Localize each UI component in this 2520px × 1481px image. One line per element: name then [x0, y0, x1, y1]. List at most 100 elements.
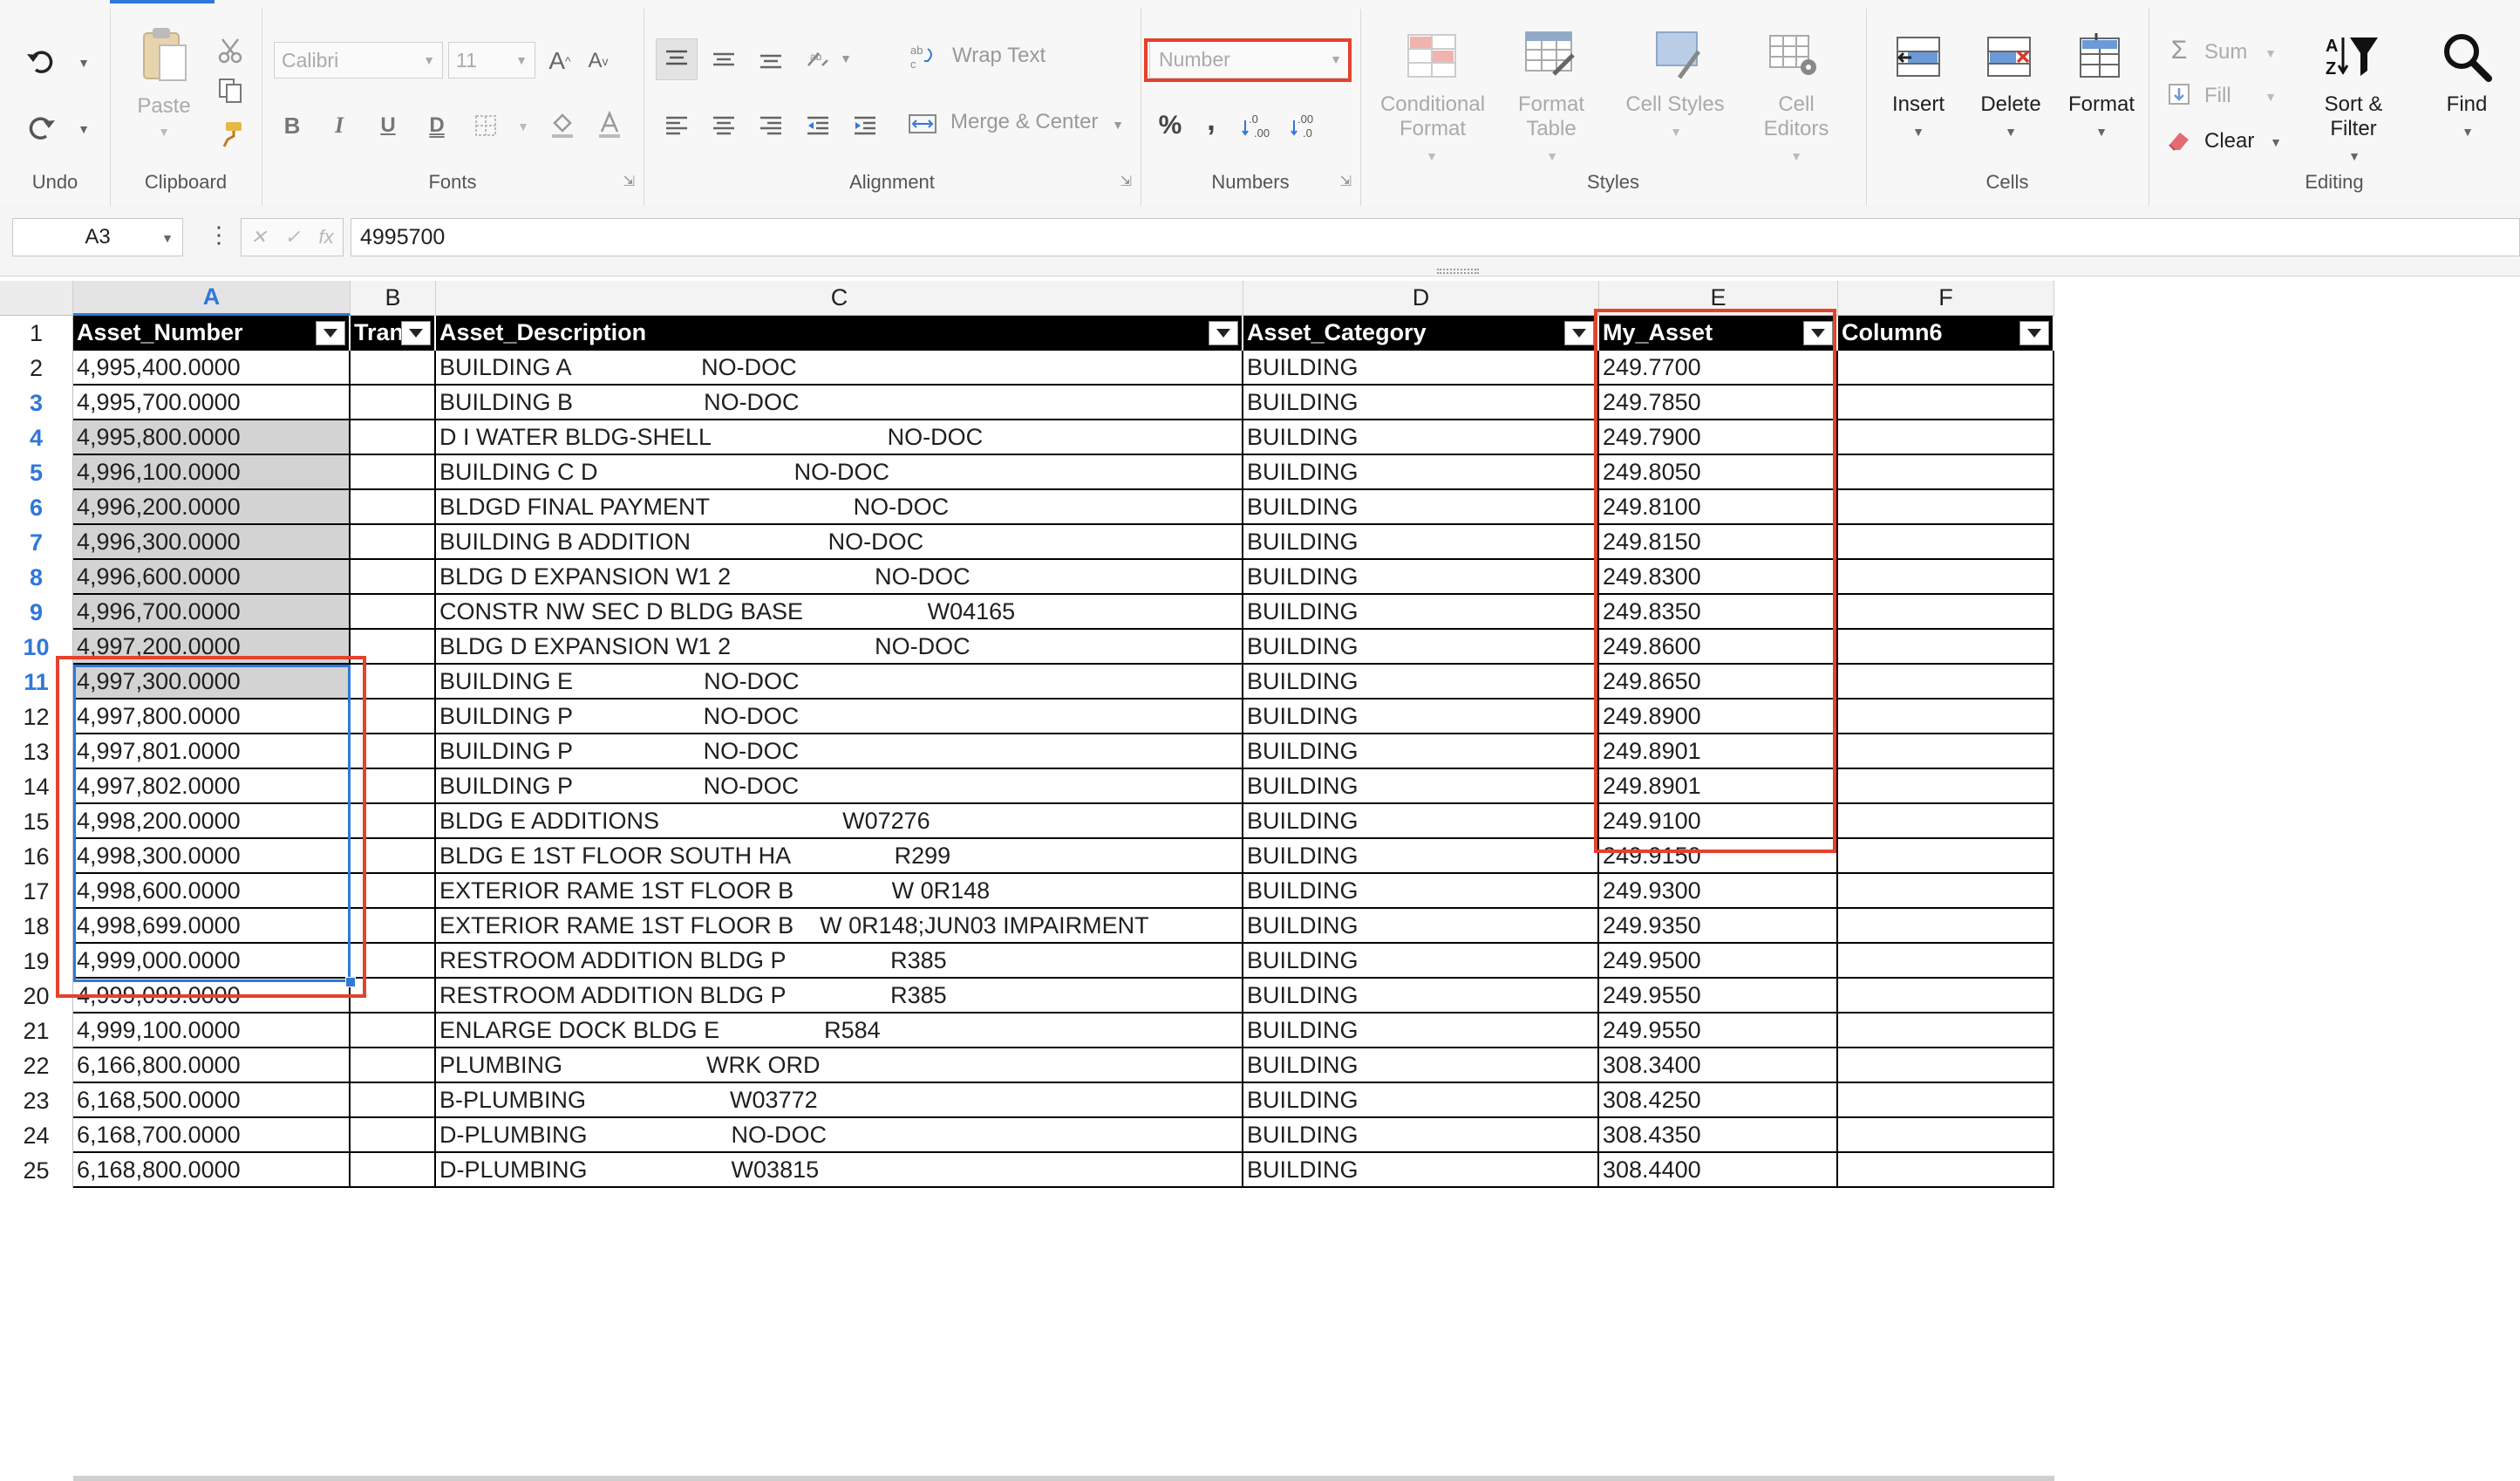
row-header[interactable]: 14 — [0, 769, 73, 804]
cell-e[interactable]: 249.8901 — [1599, 769, 1838, 804]
conditional-format-button[interactable]: Conditional Format — [1369, 92, 1496, 141]
cell-e[interactable]: 249.8900 — [1599, 700, 1838, 734]
double-underline-button[interactable]: D — [422, 108, 452, 143]
borders-dropdown-icon[interactable]: ▼ — [514, 119, 532, 134]
cell-e[interactable]: 249.9300 — [1599, 874, 1838, 909]
cell-a[interactable]: 4,999,000.0000 — [73, 944, 351, 979]
cell-editors-button[interactable]: Cell Editors — [1744, 92, 1849, 141]
cell-b[interactable] — [351, 420, 436, 455]
fill-dropdown-icon[interactable]: ▼ — [2262, 89, 2279, 105]
cell-d[interactable]: BUILDING — [1243, 700, 1599, 734]
cell-a[interactable]: 4,998,300.0000 — [73, 839, 351, 874]
cell-e[interactable]: 308.4250 — [1599, 1083, 1838, 1118]
increase-decimal-icon[interactable]: .0.00 — [1238, 108, 1282, 143]
cell-c[interactable]: BUILDING B ADDITION NO-DOC — [436, 525, 1243, 560]
percent-button[interactable]: % — [1153, 108, 1188, 143]
row-header[interactable]: 24 — [0, 1118, 73, 1153]
insert-button[interactable]: Insert — [1875, 92, 1962, 117]
font-size-select[interactable]: 11 ▼ — [448, 42, 535, 78]
align-middle-icon[interactable] — [703, 38, 745, 80]
cell-f[interactable] — [1838, 630, 2054, 665]
sum-dropdown-icon[interactable]: ▼ — [2262, 45, 2279, 61]
cell-d[interactable]: BUILDING — [1243, 630, 1599, 665]
underline-button[interactable]: U — [373, 108, 403, 143]
fill-icon[interactable] — [2166, 80, 2192, 108]
cell-a[interactable]: 4,995,800.0000 — [73, 420, 351, 455]
cell-d[interactable]: BUILDING — [1243, 1083, 1599, 1118]
sort-filter-dropdown-icon[interactable]: ▼ — [2346, 148, 2363, 164]
column-header-a[interactable]: A — [73, 281, 351, 316]
cell-b[interactable] — [351, 909, 436, 944]
cell-a[interactable]: 4,997,300.0000 — [73, 665, 351, 700]
cell-e[interactable]: 308.4350 — [1599, 1118, 1838, 1153]
font-name-select[interactable]: Calibri ▼ — [274, 42, 443, 78]
cell-f[interactable] — [1838, 665, 2054, 700]
row-header[interactable]: 13 — [0, 734, 73, 769]
grow-font-button[interactable]: A ^ — [542, 44, 577, 78]
sum-button[interactable]: Sum — [2204, 40, 2247, 65]
cell-e[interactable]: 249.8650 — [1599, 665, 1838, 700]
cell-b[interactable] — [351, 490, 436, 525]
cell-d[interactable]: BUILDING — [1243, 665, 1599, 700]
cell-b[interactable] — [351, 1083, 436, 1118]
fill-button[interactable]: Fill — [2204, 84, 2231, 108]
cell-c[interactable]: BUILDING P NO-DOC — [436, 700, 1243, 734]
cell-b[interactable] — [351, 455, 436, 490]
fonts-dialog-launcher-icon[interactable]: ⇲ — [623, 173, 635, 190]
cell-f[interactable] — [1838, 700, 2054, 734]
cell-c[interactable]: CONSTR NW SEC D BLDG BASE W04165 — [436, 595, 1243, 630]
row-header[interactable]: 16 — [0, 839, 73, 874]
cell-b[interactable] — [351, 769, 436, 804]
cell-d[interactable]: BUILDING — [1243, 490, 1599, 525]
more-options-icon[interactable]: ⋮ — [208, 222, 230, 249]
cell-a[interactable]: 4,997,801.0000 — [73, 734, 351, 769]
cell-d[interactable]: BUILDING — [1243, 525, 1599, 560]
row-header[interactable]: 1 — [0, 316, 73, 351]
row-header[interactable]: 17 — [0, 874, 73, 909]
cell-b[interactable] — [351, 1118, 436, 1153]
cell-d[interactable]: BUILDING — [1243, 874, 1599, 909]
header-cell-e[interactable]: My_Asset — [1599, 316, 1838, 351]
row-header[interactable]: 5 — [0, 455, 73, 490]
number-format-select[interactable]: Number ▼ — [1149, 40, 1350, 78]
cell-c[interactable]: RESTROOM ADDITION BLDG P R385 — [436, 944, 1243, 979]
merge-center-button[interactable]: Merge & Center — [950, 110, 1098, 134]
column-header-b[interactable]: B — [351, 281, 436, 316]
row-header[interactable]: 18 — [0, 909, 73, 944]
cell-c[interactable]: BLDG E ADDITIONS W07276 — [436, 804, 1243, 839]
conditional-format-dropdown-icon[interactable]: ▼ — [1423, 148, 1440, 164]
cell-f[interactable] — [1838, 1153, 2054, 1188]
cell-d[interactable]: BUILDING — [1243, 455, 1599, 490]
header-cell-c[interactable]: Asset_Description — [436, 316, 1243, 351]
cell-b[interactable] — [351, 1048, 436, 1083]
format-table-icon[interactable] — [1522, 28, 1578, 82]
format-cells-icon[interactable] — [2074, 28, 2126, 82]
cell-c[interactable]: B-PLUMBING W03772 — [436, 1083, 1243, 1118]
cell-f[interactable] — [1838, 525, 2054, 560]
redo-icon[interactable] — [19, 110, 63, 145]
orientation-dropdown-icon[interactable]: ▼ — [837, 51, 855, 66]
cell-a[interactable]: 6,168,500.0000 — [73, 1083, 351, 1118]
cell-a[interactable]: 4,998,699.0000 — [73, 909, 351, 944]
row-header[interactable]: 21 — [0, 1013, 73, 1048]
cell-a[interactable]: 4,998,600.0000 — [73, 874, 351, 909]
cell-c[interactable]: BLDG D EXPANSION W1 2 NO-DOC — [436, 630, 1243, 665]
cell-e[interactable]: 249.9350 — [1599, 909, 1838, 944]
cell-d[interactable]: BUILDING — [1243, 734, 1599, 769]
cell-d[interactable]: BUILDING — [1243, 351, 1599, 386]
insert-dropdown-icon[interactable]: ▼ — [1910, 124, 1927, 140]
cell-styles-icon[interactable] — [1650, 28, 1706, 82]
cell-a[interactable]: 4,996,600.0000 — [73, 560, 351, 595]
column-header-e[interactable]: E — [1599, 281, 1838, 316]
cell-a[interactable]: 4,997,200.0000 — [73, 630, 351, 665]
filter-dropdown-icon[interactable] — [1209, 321, 1238, 345]
merge-center-icon[interactable] — [905, 105, 940, 143]
cell-c[interactable]: ENLARGE DOCK BLDG E R584 — [436, 1013, 1243, 1048]
delete-icon[interactable] — [1983, 31, 2035, 82]
cell-e[interactable]: 249.9150 — [1599, 839, 1838, 874]
cell-c[interactable]: BUILDING E NO-DOC — [436, 665, 1243, 700]
cell-a[interactable]: 4,997,802.0000 — [73, 769, 351, 804]
cell-c[interactable]: BUILDING C D NO-DOC — [436, 455, 1243, 490]
cell-f[interactable] — [1838, 351, 2054, 386]
cell-e[interactable]: 249.7850 — [1599, 386, 1838, 420]
